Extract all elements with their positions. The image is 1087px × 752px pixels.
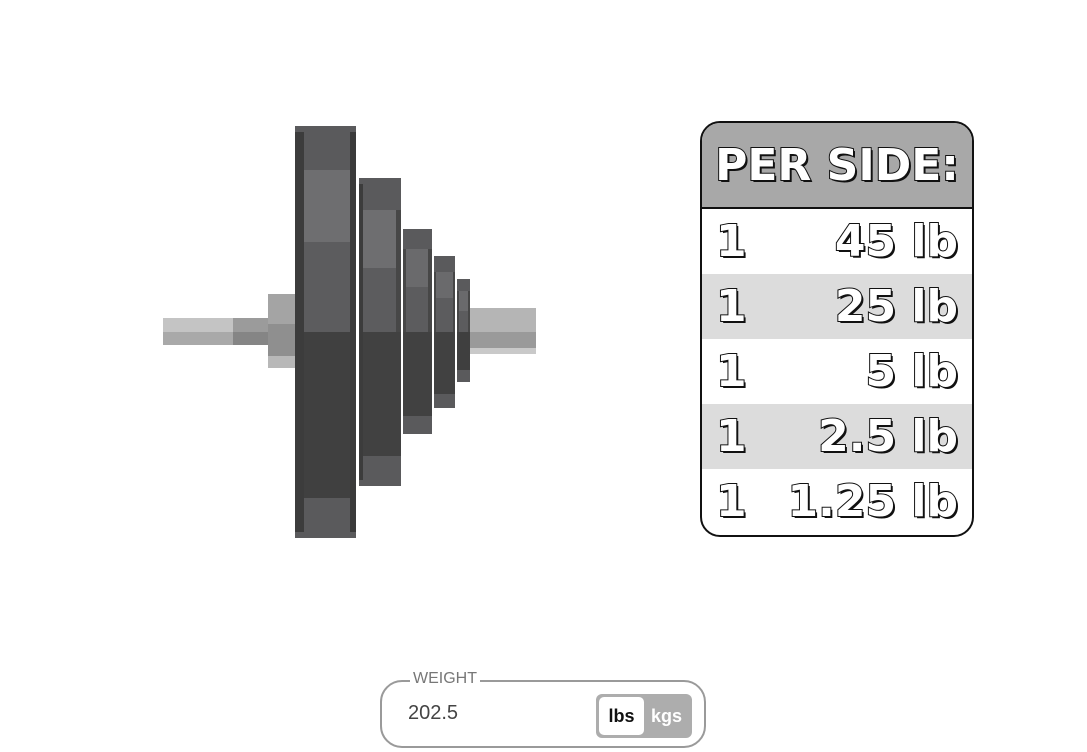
plate-count: 1 [715,345,748,397]
barbell-illustration [150,110,550,550]
plate-weight: 25 lb [834,280,959,332]
weight-input[interactable] [408,702,568,725]
plate-5 [403,229,432,434]
plate-weight: 2.5 lb [817,410,959,462]
barbell-graphic [163,126,536,538]
per-side-table: PER SIDE: 1 45 lb 1 25 lb 1 5 lb 1 2.5 l… [700,121,974,537]
per-side-header: PER SIDE: [702,123,972,209]
plate-count: 1 [715,475,748,527]
unit-toggle[interactable]: lbs kgs [596,694,692,738]
plate-weight: 1.25 lb [787,475,959,527]
plate-count: 1 [715,280,748,332]
per-side-title: PER SIDE: [714,139,960,192]
plate-25 [359,178,401,486]
bar-sleeve-right [470,308,536,354]
plate-45 [295,126,356,538]
weight-field: WEIGHT lbs kgs [380,670,706,748]
plate-count: 1 [715,215,748,267]
plate-2-5 [434,256,455,408]
collar [268,294,296,368]
unit-kgs-button[interactable]: kgs [644,697,689,735]
plate-row: 1 5 lb [702,339,972,404]
plate-weight: 45 lb [834,215,959,267]
plate-count: 1 [715,410,748,462]
plate-weight: 5 lb [864,345,959,397]
plate-row: 1 2.5 lb [702,404,972,469]
weight-label: WEIGHT [410,670,480,688]
plate-row: 1 45 lb [702,209,972,274]
bar-sleeve-left [163,318,269,345]
unit-lbs-button[interactable]: lbs [599,697,644,735]
plate-row: 1 1.25 lb [702,469,972,534]
plate-1-25 [457,279,470,382]
plate-row: 1 25 lb [702,274,972,339]
